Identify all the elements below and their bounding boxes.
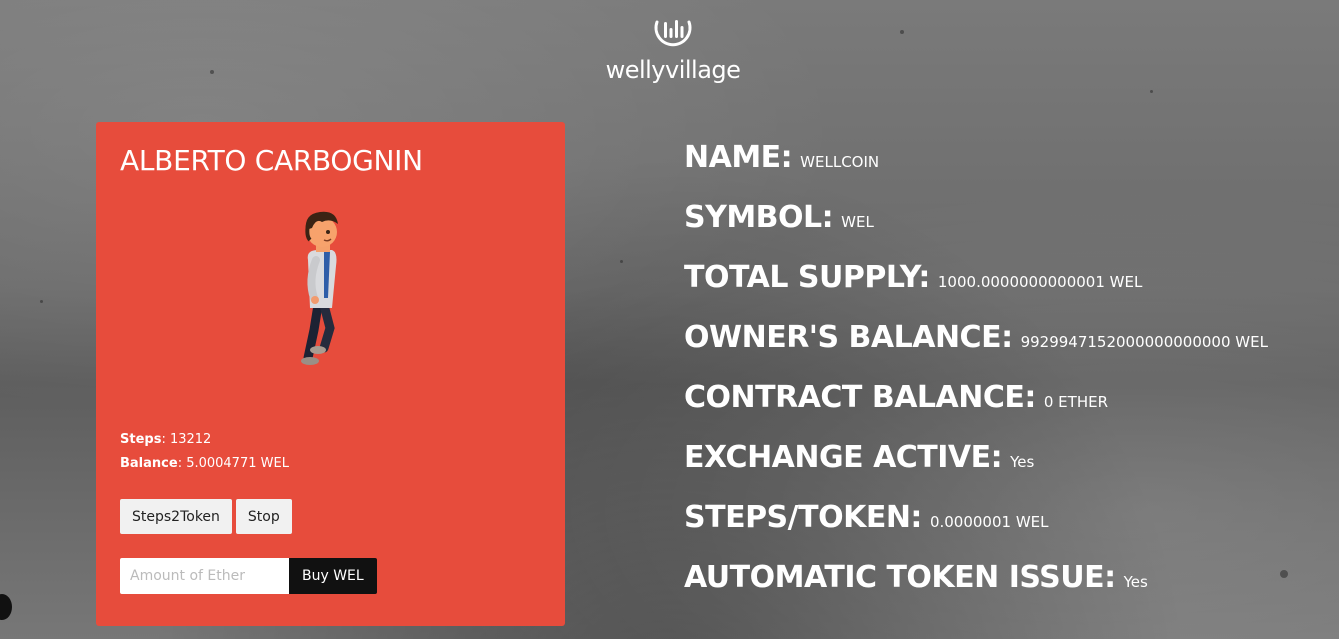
steps-label: Steps <box>120 432 162 447</box>
bars-in-circle-icon <box>654 20 692 47</box>
info-row-exchange-active: EXCHANGE ACTIVE: Yes <box>684 440 1268 500</box>
texture-speck <box>900 30 904 34</box>
info-value: 0.0000001 WEL <box>929 513 1049 531</box>
info-value: Yes <box>1123 573 1148 591</box>
steps2token-button[interactable]: Steps2Token <box>120 499 232 534</box>
edge-shadow-dot <box>0 594 12 620</box>
info-label: AUTOMATIC TOKEN ISSUE: <box>684 560 1116 595</box>
balance-value: : 5.0004771 WEL <box>177 456 289 471</box>
texture-speck <box>1150 90 1153 93</box>
texture-speck <box>1280 570 1288 578</box>
info-label: EXCHANGE ACTIVE: <box>684 440 1003 475</box>
ether-amount-input[interactable] <box>120 558 289 594</box>
texture-speck <box>210 70 214 74</box>
info-value: 9929947152000000000000 WEL <box>1020 333 1268 351</box>
user-card: ALBERTO CARBOGNIN Steps: 13212 Balance: … <box>96 122 565 626</box>
info-value: WEL <box>841 213 874 231</box>
info-row-owner-balance: OWNER'S BALANCE: 9929947152000000000000 W… <box>684 320 1268 380</box>
texture-speck <box>620 260 623 263</box>
buy-form: Buy WEL <box>120 558 377 594</box>
info-label: STEPS/TOKEN: <box>684 500 922 535</box>
action-buttons: Steps2Token Stop <box>120 499 292 534</box>
logo-text: wellyvillage <box>605 56 741 84</box>
info-row-steps-per-token: STEPS/TOKEN: 0.0000001 WEL <box>684 500 1268 560</box>
user-stats: Steps: 13212 Balance: 5.0004771 WEL <box>120 428 289 476</box>
token-info: NAME: WELLCOIN SYMBOL: WEL TOTAL SUPPLY: 10… <box>684 140 1268 620</box>
steps-line: Steps: 13212 <box>120 428 289 452</box>
steps-value: : 13212 <box>161 432 212 447</box>
info-row-total-supply: TOTAL SUPPLY: 1000.0000000000001 WEL <box>684 260 1268 320</box>
info-row-symbol: SYMBOL: WEL <box>684 200 1268 260</box>
walking-man-avatar <box>301 211 338 365</box>
balance-label: Balance <box>120 456 178 471</box>
info-value: Yes <box>1010 453 1035 471</box>
info-label: OWNER'S BALANCE: <box>684 320 1013 355</box>
info-value: 1000.0000000000001 WEL <box>937 273 1143 291</box>
user-name: ALBERTO CARBOGNIN <box>120 144 423 177</box>
info-value: 0 ETHER <box>1043 393 1109 411</box>
stop-button[interactable]: Stop <box>235 499 292 534</box>
info-label: TOTAL SUPPLY: <box>684 260 930 295</box>
info-label: NAME: <box>684 140 793 175</box>
wellyvillage-logo[interactable]: wellyvillage <box>580 12 766 90</box>
info-row-name: NAME: WELLCOIN <box>684 140 1268 200</box>
info-label: CONTRACT BALANCE: <box>684 380 1036 415</box>
info-row-automatic-token-issue: AUTOMATIC TOKEN ISSUE: Yes <box>684 560 1268 620</box>
info-label: SYMBOL: <box>684 200 834 235</box>
info-value: WELLCOIN <box>800 153 880 171</box>
texture-speck <box>40 300 43 303</box>
info-row-contract-balance: CONTRACT BALANCE: 0 ETHER <box>684 380 1268 440</box>
buy-wel-button[interactable]: Buy WEL <box>289 558 377 594</box>
balance-line: Balance: 5.0004771 WEL <box>120 452 289 476</box>
